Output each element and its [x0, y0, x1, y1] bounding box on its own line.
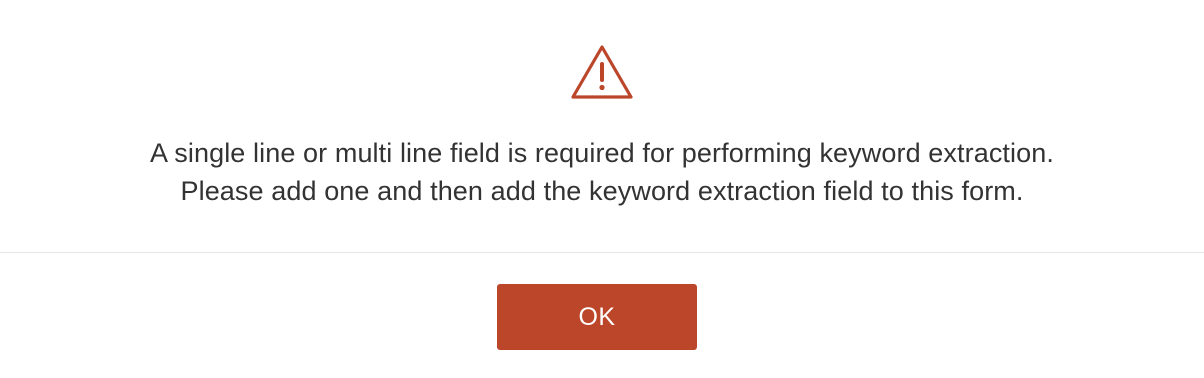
alert-dialog: A single line or multi line field is req…	[0, 0, 1204, 378]
dialog-body: A single line or multi line field is req…	[0, 0, 1204, 252]
ok-button[interactable]: OK	[497, 284, 697, 350]
warning-triangle-icon	[570, 44, 634, 100]
message-line-1: A single line or multi line field is req…	[150, 138, 1054, 168]
dialog-divider	[0, 252, 1204, 253]
dialog-message: A single line or multi line field is req…	[0, 134, 1204, 210]
message-line-2: Please add one and then add the keyword …	[180, 176, 1024, 206]
